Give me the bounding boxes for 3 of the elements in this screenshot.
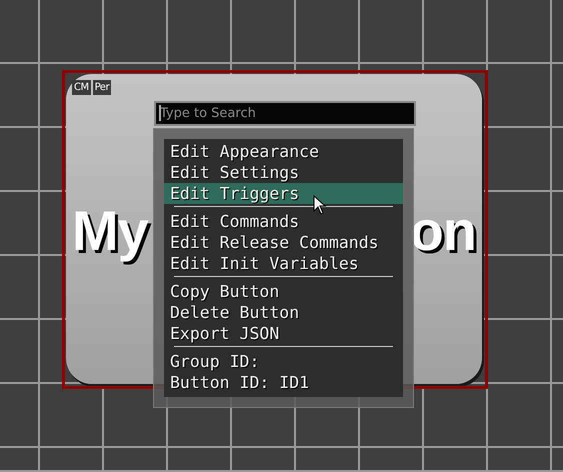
- button-label: My: [72, 198, 148, 262]
- tag: CM: [72, 80, 91, 95]
- tag: Per: [92, 80, 112, 95]
